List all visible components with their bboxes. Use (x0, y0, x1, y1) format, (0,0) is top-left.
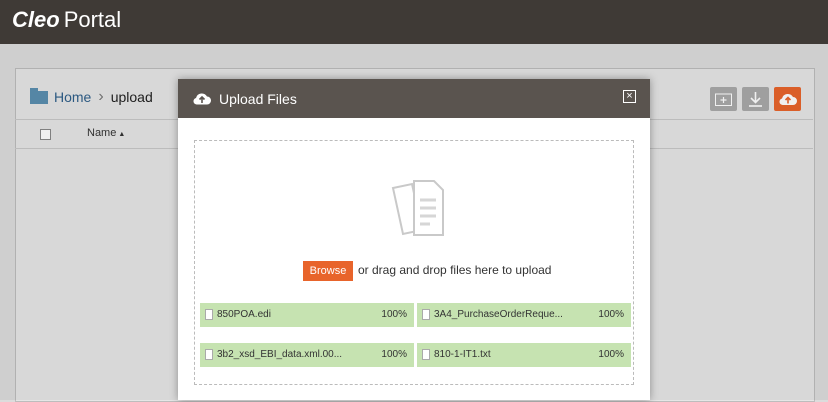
file-name: 850POA.edi (217, 309, 271, 320)
file-name: 810-1-IT1.txt (434, 349, 491, 360)
file-icon (205, 349, 213, 360)
cloud-upload-icon (193, 93, 211, 105)
file-icon (422, 349, 430, 360)
file-name: 3A4_PurchaseOrderReque... (434, 309, 563, 320)
uploaded-file-item: 810-1-IT1.txt 100% (417, 343, 631, 367)
uploaded-file-item: 3b2_xsd_EBI_data.xml.00... 100% (200, 343, 414, 367)
close-button[interactable]: × (623, 90, 636, 103)
file-progress: 100% (598, 309, 624, 320)
documents-icon (391, 180, 444, 236)
drop-zone[interactable]: Browse or drag and drop files here to up… (194, 140, 634, 385)
upload-files-dialog: Upload Files × Browse or drag and drop f… (178, 79, 650, 400)
dialog-title: Upload Files (219, 91, 297, 107)
app-logo[interactable]: Cleo Portal (12, 6, 121, 34)
drop-instructions: or drag and drop files here to upload (358, 263, 552, 277)
file-name: 3b2_xsd_EBI_data.xml.00... (217, 349, 343, 360)
file-icon (205, 309, 213, 320)
file-icon (422, 309, 430, 320)
logo-brand: Cleo (12, 7, 60, 32)
top-bar: Cleo Portal (0, 0, 828, 44)
file-progress: 100% (381, 349, 407, 360)
uploaded-file-item: 850POA.edi 100% (200, 303, 414, 327)
logo-product: Portal (63, 7, 122, 32)
dialog-header: Upload Files × (178, 79, 650, 118)
browse-button[interactable]: Browse (303, 261, 353, 281)
close-icon: × (626, 90, 633, 102)
file-progress: 100% (598, 349, 624, 360)
file-progress: 100% (381, 309, 407, 320)
uploaded-file-item: 3A4_PurchaseOrderReque... 100% (417, 303, 631, 327)
